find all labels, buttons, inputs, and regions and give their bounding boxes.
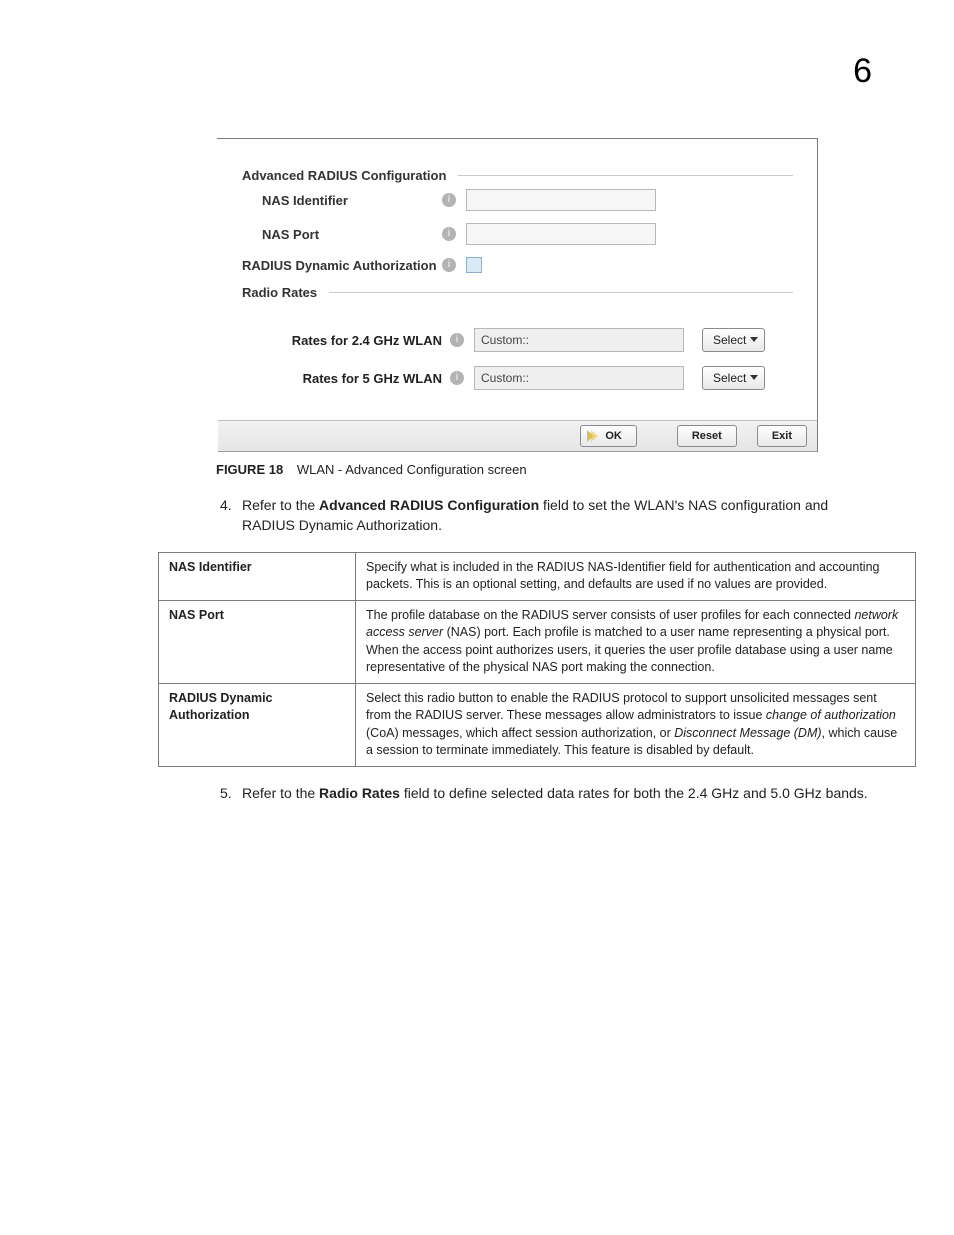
table-row: NAS Identifier Specify what is included …	[159, 552, 916, 600]
group-radio-rates: Radio Rates	[242, 285, 793, 300]
term-nas-identifier: NAS Identifier	[159, 552, 356, 600]
info-icon[interactable]: i	[450, 333, 464, 347]
table-row: NAS Port The profile database on the RAD…	[159, 600, 916, 683]
rates-5ghz-value: Custom::	[474, 366, 684, 390]
rates-24ghz-select-button[interactable]: Select	[702, 328, 765, 352]
desc-nas-port: The profile database on the RADIUS serve…	[356, 600, 916, 683]
info-icon[interactable]: i	[442, 227, 456, 241]
table-row: RADIUS Dynamic Authorization Select this…	[159, 683, 916, 766]
desc-nas-identifier: Specify what is included in the RADIUS N…	[356, 552, 916, 600]
exit-button[interactable]: Exit	[757, 425, 807, 447]
term-radius-dyn-auth: RADIUS Dynamic Authorization	[159, 683, 356, 766]
group-radio-rates-label: Radio Rates	[242, 285, 325, 300]
rates-5ghz-label: Rates for 5 GHz WLAN	[262, 371, 450, 386]
nas-port-label: NAS Port	[262, 227, 442, 242]
nas-port-input[interactable]	[466, 223, 656, 245]
forward-icon	[587, 430, 594, 442]
step-4: 4. Refer to the Advanced RADIUS Configur…	[220, 495, 874, 536]
nas-identifier-input[interactable]	[466, 189, 656, 211]
info-icon[interactable]: i	[442, 258, 456, 272]
row-rates-24ghz: Rates for 2.4 GHz WLAN i Custom:: Select	[242, 328, 793, 352]
radius-config-table: NAS Identifier Specify what is included …	[158, 552, 916, 767]
nas-identifier-label: NAS Identifier	[262, 193, 442, 208]
figure-label: FIGURE 18	[216, 462, 283, 477]
row-radius-dyn-auth: RADIUS Dynamic Authorization i	[242, 257, 793, 273]
step-5-number: 5.	[220, 783, 242, 803]
info-icon[interactable]: i	[442, 193, 456, 207]
radius-dyn-auth-label: RADIUS Dynamic Authorization	[242, 258, 442, 273]
rates-24ghz-value: Custom::	[474, 328, 684, 352]
radius-dyn-auth-checkbox[interactable]	[466, 257, 482, 273]
desc-radius-dyn-auth: Select this radio button to enable the R…	[356, 683, 916, 766]
row-nas-identifier: NAS Identifier i	[242, 189, 793, 211]
figure-title: WLAN - Advanced Configuration screen	[297, 462, 527, 477]
rates-5ghz-select-button[interactable]: Select	[702, 366, 765, 390]
step-4-number: 4.	[220, 495, 242, 536]
reset-button[interactable]: Reset	[677, 425, 737, 447]
row-rates-5ghz: Rates for 5 GHz WLAN i Custom:: Select	[242, 366, 793, 390]
ok-button[interactable]: OK	[580, 425, 637, 447]
button-bar: OK Reset Exit	[218, 420, 817, 452]
figure-caption: FIGURE 18 WLAN - Advanced Configuration …	[216, 462, 874, 477]
step-5: 5. Refer to the Radio Rates field to def…	[220, 783, 874, 803]
info-icon[interactable]: i	[450, 371, 464, 385]
group-advanced-radius-label: Advanced RADIUS Configuration	[242, 168, 454, 183]
wlan-advanced-config-screenshot: Advanced RADIUS Configuration NAS Identi…	[218, 138, 818, 452]
page-number: 6	[853, 52, 872, 91]
page: 6 Advanced RADIUS Configuration NAS Iden…	[0, 0, 954, 1235]
rates-24ghz-label: Rates for 2.4 GHz WLAN	[262, 333, 450, 348]
group-advanced-radius: Advanced RADIUS Configuration	[242, 168, 793, 183]
term-nas-port: NAS Port	[159, 600, 356, 683]
row-nas-port: NAS Port i	[242, 223, 793, 245]
